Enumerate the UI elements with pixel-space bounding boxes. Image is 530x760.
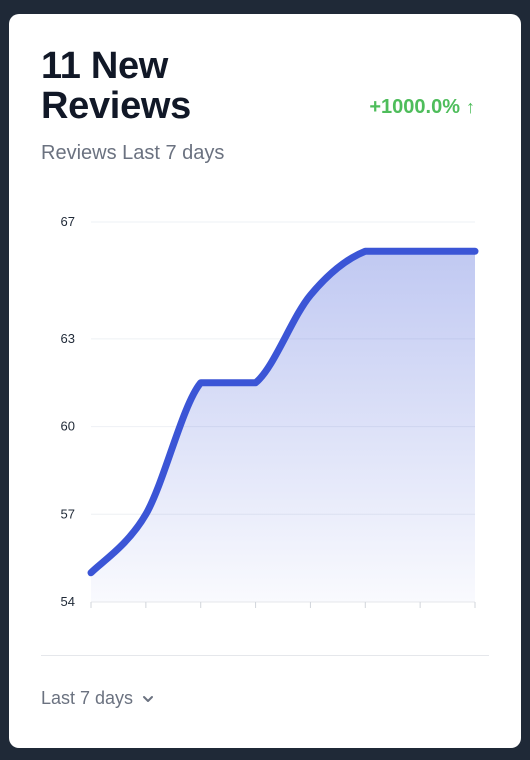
- change-value: +1000.0%: [369, 96, 460, 118]
- y-tick-label: 60: [61, 419, 75, 434]
- reviews-card: 11 New Reviews +1000.0% ↑ Reviews Last 7…: [9, 14, 521, 748]
- period-label: Last 7 days: [41, 688, 134, 708]
- card-title: 11 New Reviews: [41, 45, 191, 127]
- period-dropdown[interactable]: Last 7 days: [41, 688, 155, 709]
- change-indicator: +1000.0% ↑: [369, 96, 475, 119]
- footer-divider: [41, 655, 489, 656]
- chevron-down-icon: [143, 695, 154, 702]
- arrow-up-icon: ↑: [466, 97, 475, 117]
- y-tick-label: 63: [61, 331, 75, 346]
- card-subtitle: Reviews Last 7 days: [41, 142, 225, 164]
- y-tick-label: 54: [61, 594, 75, 609]
- y-tick-label: 57: [61, 506, 75, 521]
- y-tick-label: 67: [61, 214, 75, 229]
- reviews-area-chart: 54 57 60 63 67: [61, 214, 479, 609]
